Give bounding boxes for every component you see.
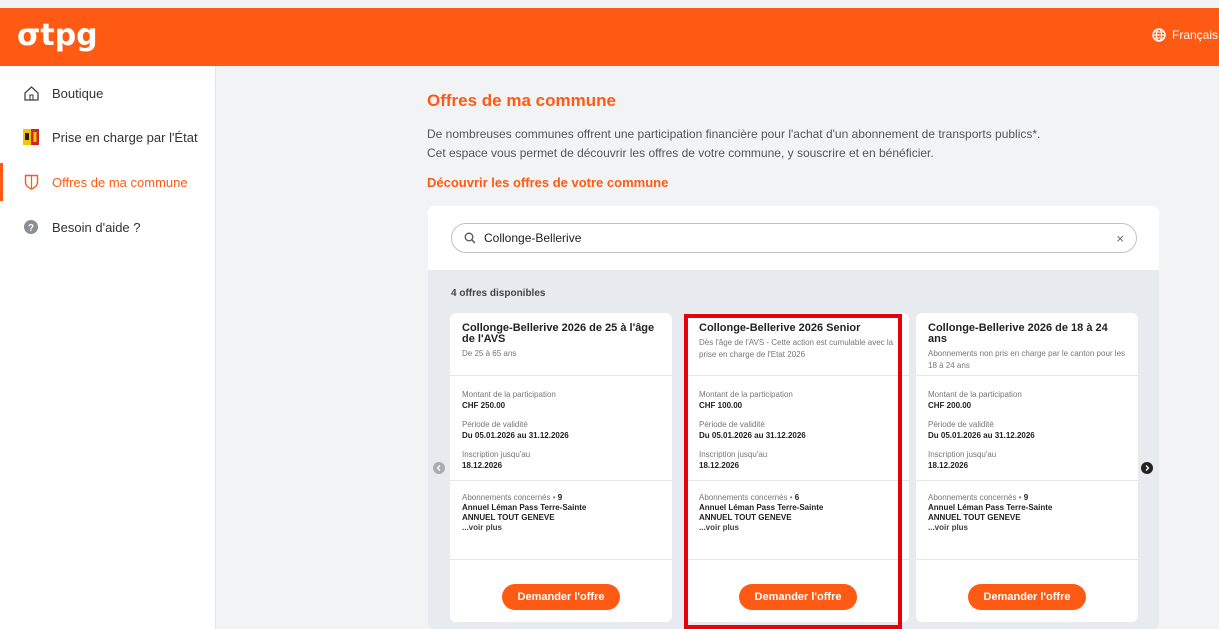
carousel-prev-button[interactable]: [433, 462, 445, 474]
description-line: Cet espace vous permet de découvrir les …: [427, 146, 934, 160]
offer-details: Montant de la participation CHF 200.00 P…: [916, 376, 1138, 471]
top-bar: σtpg Français /: [0, 8, 1219, 66]
subscriptions-section: Abonnements concernés • 9 Annuel Léman P…: [450, 481, 672, 559]
offer-title: Collonge-Bellerive 2026 de 25 à l'âge de…: [462, 322, 655, 345]
sidebar-item-label: Boutique: [52, 85, 104, 101]
sidebar-item-label: Offres de ma commune: [52, 174, 188, 190]
sidebar: Boutique Prise en charge par l'État Offr…: [0, 66, 216, 629]
page-title: Offres de ma commune: [427, 91, 616, 110]
subscriptions-label: Abonnements concernés • 9: [928, 493, 1126, 503]
see-more-link[interactable]: ...voir plus: [928, 523, 1126, 533]
subscription-item: Annuel Léman Pass Terre-Sainte: [928, 503, 1053, 512]
request-offer-button[interactable]: Demander l'offre: [968, 584, 1086, 610]
request-offer-button[interactable]: Demander l'offre: [502, 584, 620, 610]
subscriptions-count: 9: [1023, 493, 1029, 502]
amount-label: Montant de la participation: [928, 390, 1022, 399]
amount-value: CHF 250.00: [462, 401, 506, 410]
offers-count: 4 offres disponibles: [451, 288, 546, 299]
sidebar-item-aide[interactable]: ? Besoin d'aide ?: [0, 204, 216, 250]
search-area: ×: [428, 206, 1159, 270]
search-box: ×: [451, 223, 1137, 253]
shield-icon: [22, 173, 40, 191]
sidebar-item-label: Besoin d'aide ?: [52, 219, 141, 235]
deadline-value: 18.12.2026: [462, 461, 503, 470]
section-subtitle: Découvrir les offres de votre commune: [427, 175, 669, 190]
chevron-left-icon: [436, 465, 441, 471]
subscription-item: ANNUEL TOUT GENEVE: [462, 513, 555, 522]
deadline-label: Inscription jusqu'au: [928, 450, 997, 459]
validity-label: Période de validité: [928, 420, 994, 429]
validity-value: Du 05.01.2026 au 31.12.2026: [928, 431, 1035, 440]
search-icon: [464, 232, 476, 244]
offer-title: Collonge-Bellerive 2026 de 18 à 24 ans: [928, 322, 1108, 345]
language-selector[interactable]: Français /: [1152, 28, 1219, 42]
tpg-logo[interactable]: σtpg: [17, 18, 98, 53]
offer-header: Collonge-Bellerive 2026 de 18 à 24 ans A…: [916, 313, 1138, 375]
offer-header: Collonge-Bellerive 2026 de 25 à l'âge de…: [450, 313, 672, 375]
clear-search-icon[interactable]: ×: [1116, 231, 1124, 246]
subscriptions-label: Abonnements concernés • 9: [462, 493, 660, 503]
subscriptions-label-text: Abonnements concernés •: [928, 493, 1024, 502]
help-icon: ?: [22, 218, 40, 236]
see-more-link[interactable]: ...voir plus: [462, 523, 660, 533]
deadline-label: Inscription jusqu'au: [462, 450, 531, 459]
offer-subtitle: De 25 à 65 ans: [462, 349, 517, 358]
subscriptions-label-text: Abonnements concernés •: [462, 493, 558, 502]
sidebar-item-label: Prise en charge par l'État: [52, 129, 198, 145]
sidebar-item-prise-en-charge[interactable]: Prise en charge par l'État: [0, 114, 216, 160]
offer-card: Collonge-Bellerive 2026 de 18 à 24 ans A…: [916, 313, 1138, 622]
validity-value: Du 05.01.2026 au 31.12.2026: [462, 431, 569, 440]
subscriptions-section: Abonnements concernés • 9 Annuel Léman P…: [916, 481, 1138, 559]
amount-value: CHF 200.00: [928, 401, 972, 410]
subscription-item: ANNUEL TOUT GENEVE: [928, 513, 1021, 522]
highlight-box: [684, 314, 902, 629]
geneva-flag-icon: [22, 128, 40, 146]
validity-label: Période de validité: [462, 420, 528, 429]
sidebar-item-offres-commune[interactable]: Offres de ma commune: [0, 159, 216, 205]
subscriptions-count: 9: [557, 493, 563, 502]
page-description: De nombreuses communes offrent une parti…: [427, 125, 1040, 163]
description-line: De nombreuses communes offrent une parti…: [427, 127, 1041, 141]
deadline-value: 18.12.2026: [928, 461, 969, 470]
offer-card: Collonge-Bellerive 2026 de 25 à l'âge de…: [450, 313, 672, 622]
home-icon: [22, 84, 40, 102]
amount-label: Montant de la participation: [462, 390, 556, 399]
subscription-item: Annuel Léman Pass Terre-Sainte: [462, 503, 587, 512]
divider: [450, 559, 672, 560]
offer-details: Montant de la participation CHF 250.00 P…: [450, 376, 672, 471]
carousel-next-button[interactable]: [1141, 462, 1153, 474]
globe-icon: [1152, 28, 1166, 42]
sidebar-item-boutique[interactable]: Boutique: [0, 70, 216, 116]
offer-subtitle: Abonnements non pris en charge par le ca…: [928, 349, 1126, 370]
divider: [916, 559, 1138, 560]
svg-text:?: ?: [28, 223, 34, 234]
language-label: Français /: [1172, 28, 1219, 42]
commune-search-input[interactable]: [484, 231, 1084, 245]
chevron-right-icon: [1145, 465, 1150, 471]
